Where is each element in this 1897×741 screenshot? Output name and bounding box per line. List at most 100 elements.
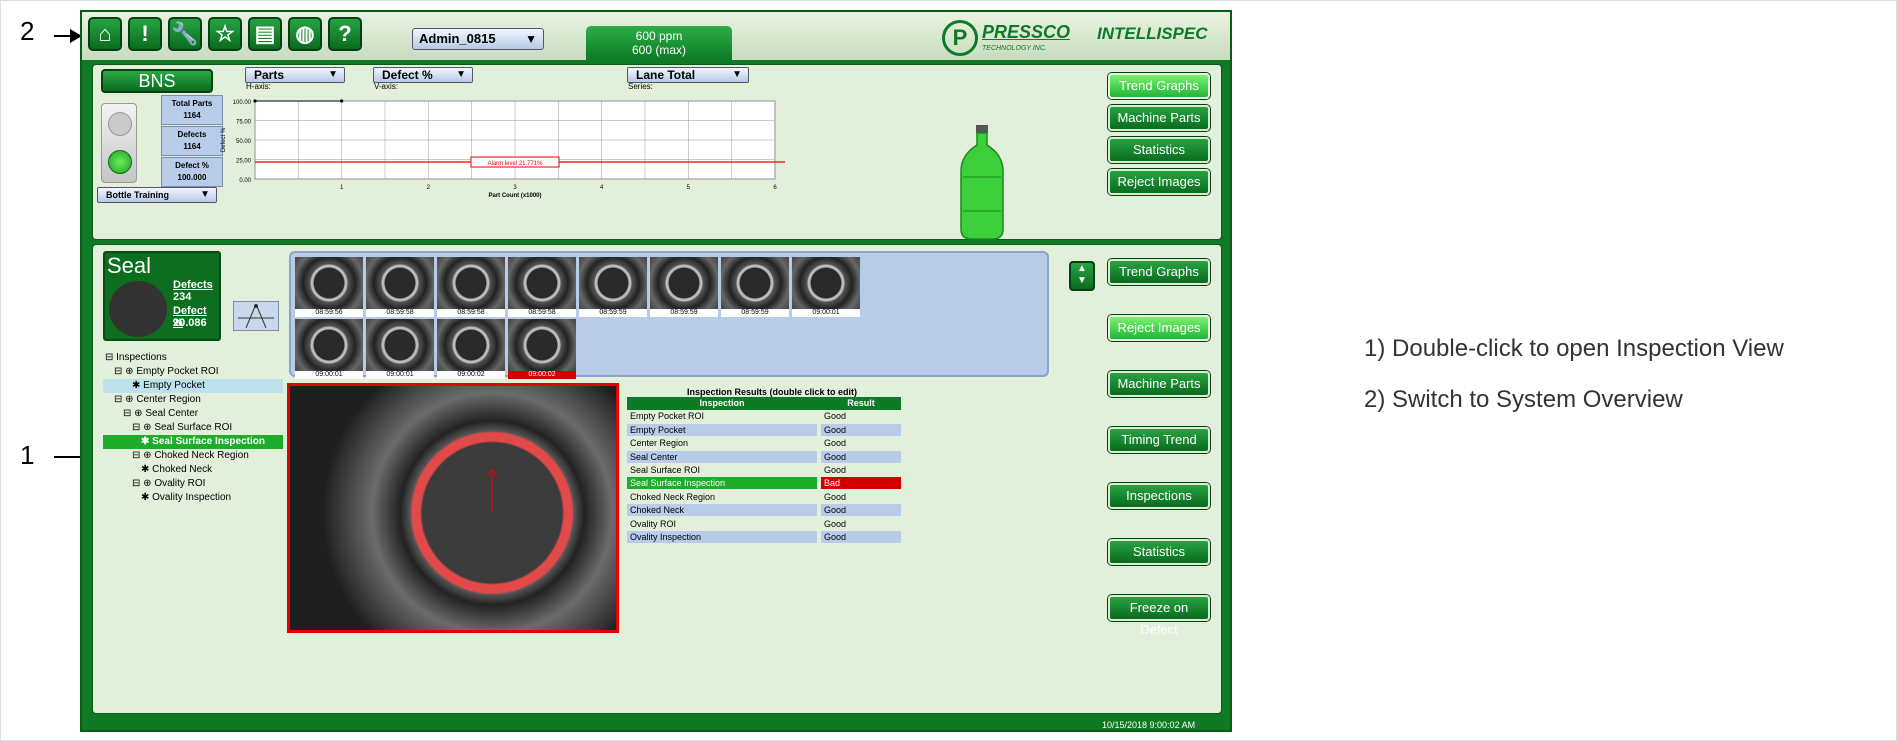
- inspection-panel: Seal Defects 234 Defect % 20.086 ⊟ Inspe…: [92, 244, 1222, 714]
- side-button-inspections[interactable]: Inspections: [1108, 483, 1210, 509]
- side-button-reject-images[interactable]: Reject Images: [1108, 315, 1210, 341]
- compass-tool-button[interactable]: [233, 301, 279, 331]
- side-button-freeze-on-defect[interactable]: Freeze on Defect: [1108, 595, 1210, 637]
- results-row[interactable]: Ovality Inspection Good: [627, 530, 901, 544]
- inspection-summary-card[interactable]: Seal Defects 234 Defect % 20.086: [103, 251, 221, 341]
- reject-thumbnail-time: 09:00:01: [792, 309, 860, 317]
- tree-item[interactable]: ✱ Empty Pocket: [103, 379, 283, 393]
- reject-thumbnail[interactable]: 09:00:02: [437, 319, 505, 379]
- reject-thumbnail[interactable]: 08:59:58: [366, 257, 434, 317]
- chart-y-tick: 25.00: [236, 159, 252, 165]
- star-icon: ☆: [215, 21, 235, 46]
- tree-item[interactable]: ✱ Seal Surface Inspection: [103, 435, 283, 449]
- compass-icon: [238, 303, 274, 329]
- reject-thumbnail[interactable]: 08:59:59: [650, 257, 718, 317]
- top-button-reject-images[interactable]: Reject Images: [1108, 169, 1210, 195]
- results-row[interactable]: Empty Pocket ROI Good: [627, 410, 901, 423]
- defects-value: 234: [173, 291, 192, 303]
- reject-thumbnail-time: 08:59:56: [295, 309, 363, 317]
- stat-label: Total Parts: [171, 99, 213, 108]
- reject-thumbnail-time: 08:59:58: [366, 309, 434, 317]
- tree-item[interactable]: ✱ Ovality Inspection: [103, 491, 283, 505]
- haxis-select[interactable]: Parts ▼: [245, 67, 345, 83]
- mode-select[interactable]: Bottle Training ▼: [97, 187, 217, 203]
- reject-thumbnail[interactable]: 08:59:56: [295, 257, 363, 317]
- results-cell-inspection: Empty Pocket: [627, 423, 817, 436]
- top-button-machine-parts[interactable]: Machine Parts: [1108, 105, 1210, 131]
- chevron-down-icon: ▼: [732, 69, 742, 80]
- tree-item[interactable]: ⊟ ⊕ Center Region: [103, 393, 283, 407]
- chevron-down-icon: ▼: [200, 189, 210, 200]
- reject-thumbnail[interactable]: 08:59:58: [437, 257, 505, 317]
- user-select[interactable]: Admin_0815 ▼: [412, 28, 544, 50]
- series-select[interactable]: Lane Total ▼: [627, 67, 749, 83]
- haxis-select-value: Parts: [254, 68, 285, 82]
- toolbar-button-help[interactable]: ?: [328, 17, 362, 51]
- reject-thumbnail[interactable]: 09:00:01: [366, 319, 434, 379]
- thumbnail-scroll-button[interactable]: ▲ ▼: [1069, 261, 1095, 291]
- stat-total-parts: Total Parts 1164: [161, 95, 223, 125]
- vaxis-select[interactable]: Defect % ▼: [373, 67, 473, 83]
- inspection-image-view[interactable]: [287, 383, 619, 633]
- tree-item[interactable]: ⊟ Inspections: [103, 351, 283, 365]
- tree-item[interactable]: ⊟ ⊕ Choked Neck Region: [103, 449, 283, 463]
- tree-item[interactable]: ⊟ ⊕ Ovality ROI: [103, 477, 283, 491]
- results-row[interactable]: Empty Pocket Good: [627, 423, 901, 437]
- reject-thumbnail-image: [437, 257, 505, 309]
- reject-thumbnail-image: [366, 319, 434, 371]
- tree-item[interactable]: ✱ Choked Neck: [103, 463, 283, 477]
- results-row[interactable]: Choked Neck Region Good: [627, 491, 901, 504]
- results-row[interactable]: Seal Center Good: [627, 450, 901, 464]
- tree-item[interactable]: ⊟ ⊕ Empty Pocket ROI: [103, 365, 283, 379]
- results-cell-result: Bad: [821, 477, 901, 490]
- reject-thumbnail-time: 08:59:58: [437, 309, 505, 317]
- results-row[interactable]: Ovality ROI Good: [627, 518, 901, 531]
- user-select-value: Admin_0815: [419, 31, 496, 46]
- reject-thumbnail[interactable]: 09:00:02: [508, 319, 576, 379]
- legend-item-1: 1) Double-click to open Inspection View: [1364, 335, 1784, 362]
- side-button-trend-graphs[interactable]: Trend Graphs: [1108, 259, 1210, 285]
- stat-defects: Defects 1164: [161, 126, 223, 156]
- results-cell-result: Good: [821, 530, 901, 543]
- stat-label: Defects: [177, 130, 207, 139]
- side-button-statistics[interactable]: Statistics: [1108, 539, 1210, 565]
- reject-thumbnail[interactable]: 08:59:58: [508, 257, 576, 317]
- inspection-title: Seal: [107, 253, 152, 278]
- status-light: [101, 103, 137, 183]
- help-icon: ?: [338, 21, 352, 46]
- results-row[interactable]: Seal Surface Inspection Bad: [627, 477, 901, 490]
- toolbar-button-alert[interactable]: !: [128, 17, 162, 51]
- results-cell-result: Good: [821, 423, 901, 436]
- top-button-trend-graphs[interactable]: Trend Graphs: [1108, 73, 1210, 99]
- pressco-logo-mark: P: [942, 20, 978, 56]
- stat-value: 1164: [183, 142, 201, 151]
- results-row[interactable]: Seal Surface ROI Good: [627, 464, 901, 477]
- results-row[interactable]: Center Region Good: [627, 437, 901, 450]
- chart-x-tick: 3: [513, 185, 517, 191]
- reject-thumbnail-time: 08:59:59: [579, 309, 647, 317]
- station-button[interactable]: BNS: [101, 69, 213, 93]
- reject-thumbnail[interactable]: 08:59:59: [579, 257, 647, 317]
- toolbar-button-wrench[interactable]: 🔧: [168, 17, 202, 51]
- tree-item[interactable]: ⊟ ⊕ Seal Center: [103, 407, 283, 421]
- reject-thumbnail[interactable]: 09:00:01: [792, 257, 860, 317]
- side-button-timing-trend[interactable]: Timing Trend: [1108, 427, 1210, 453]
- reject-thumbnail[interactable]: 08:59:59: [721, 257, 789, 317]
- toolbar-button-globe[interactable]: ◍: [288, 17, 322, 51]
- results-cell-result: Good: [824, 491, 847, 502]
- top-button-statistics[interactable]: Statistics: [1108, 137, 1210, 163]
- reject-thumbnail-time: 09:00:02: [437, 371, 505, 379]
- toolbar-button-star[interactable]: ☆: [208, 17, 242, 51]
- reject-thumbnail-image: [721, 257, 789, 309]
- side-button-machine-parts[interactable]: Machine Parts: [1108, 371, 1210, 397]
- results-cell-result: Good: [824, 518, 847, 529]
- reject-thumbnail[interactable]: 09:00:01: [295, 319, 363, 379]
- tree-item[interactable]: ⊟ ⊕ Seal Surface ROI: [103, 421, 283, 435]
- toolbar-button-save[interactable]: ▤: [248, 17, 282, 51]
- intellispec-logo: INTELLISPEC: [1097, 24, 1208, 43]
- results-row[interactable]: Choked Neck Good: [627, 504, 901, 517]
- toolbar-button-home[interactable]: ⌂: [88, 17, 122, 51]
- results-cell-result: Good: [824, 438, 847, 449]
- rate-display: 600 ppm 600 (max): [586, 26, 732, 60]
- stat-label: Defect %: [175, 161, 209, 170]
